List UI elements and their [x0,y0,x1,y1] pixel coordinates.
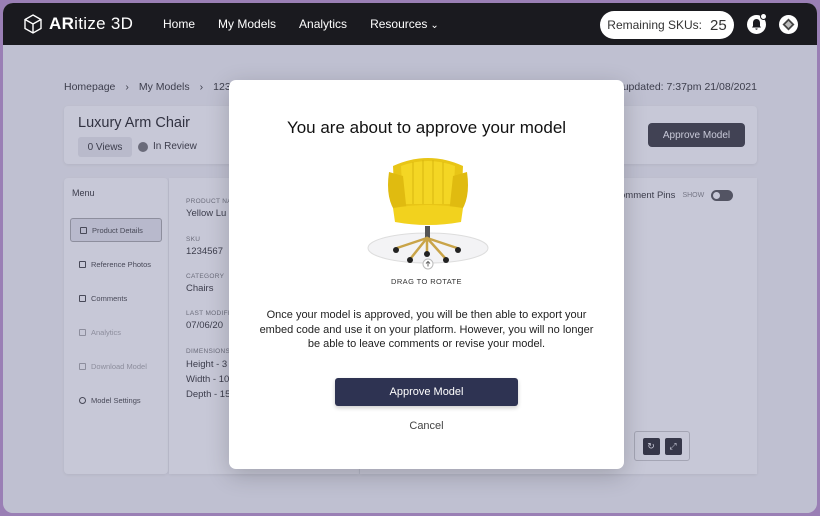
avatar[interactable] [779,15,798,34]
cancel-link[interactable]: Cancel [229,420,624,432]
confirm-approve-button[interactable]: Approve Model [335,378,518,406]
top-nav-bar: ARitize 3D Home My Models Analytics Reso… [3,3,817,45]
approve-model-dialog: You are about to approve your model DRAG… [229,80,624,469]
app-window: ARitize 3D Home My Models Analytics Reso… [3,3,817,513]
logo-text: ARitize 3D [49,14,134,33]
chevron-down-icon: ⌄ [430,20,439,31]
dialog-title: You are about to approve your model [286,118,567,137]
drag-to-rotate-hint: DRAG TO ROTATE [391,277,462,286]
remaining-skus-badge: Remaining SKUs: 25 [600,11,734,39]
nav-resources[interactable]: Resources ⌄ [370,17,439,31]
dialog-message: Once your model is approved, you will be… [259,309,594,350]
nav-analytics[interactable]: Analytics [299,17,347,31]
logo[interactable]: ARitize 3D [23,13,133,35]
cube-logo-icon [24,14,42,34]
main-nav: Home My Models Analytics Resources ⌄ [163,3,439,45]
nav-resources-label: Resources [370,17,428,31]
chair-3d-model[interactable] [363,152,493,270]
remaining-skus-label: Remaining SKUs: [607,18,703,32]
nav-home[interactable]: Home [163,17,195,31]
nav-my-models[interactable]: My Models [218,17,276,31]
notification-dot [760,13,767,20]
remaining-skus-count: 25 [710,16,727,34]
